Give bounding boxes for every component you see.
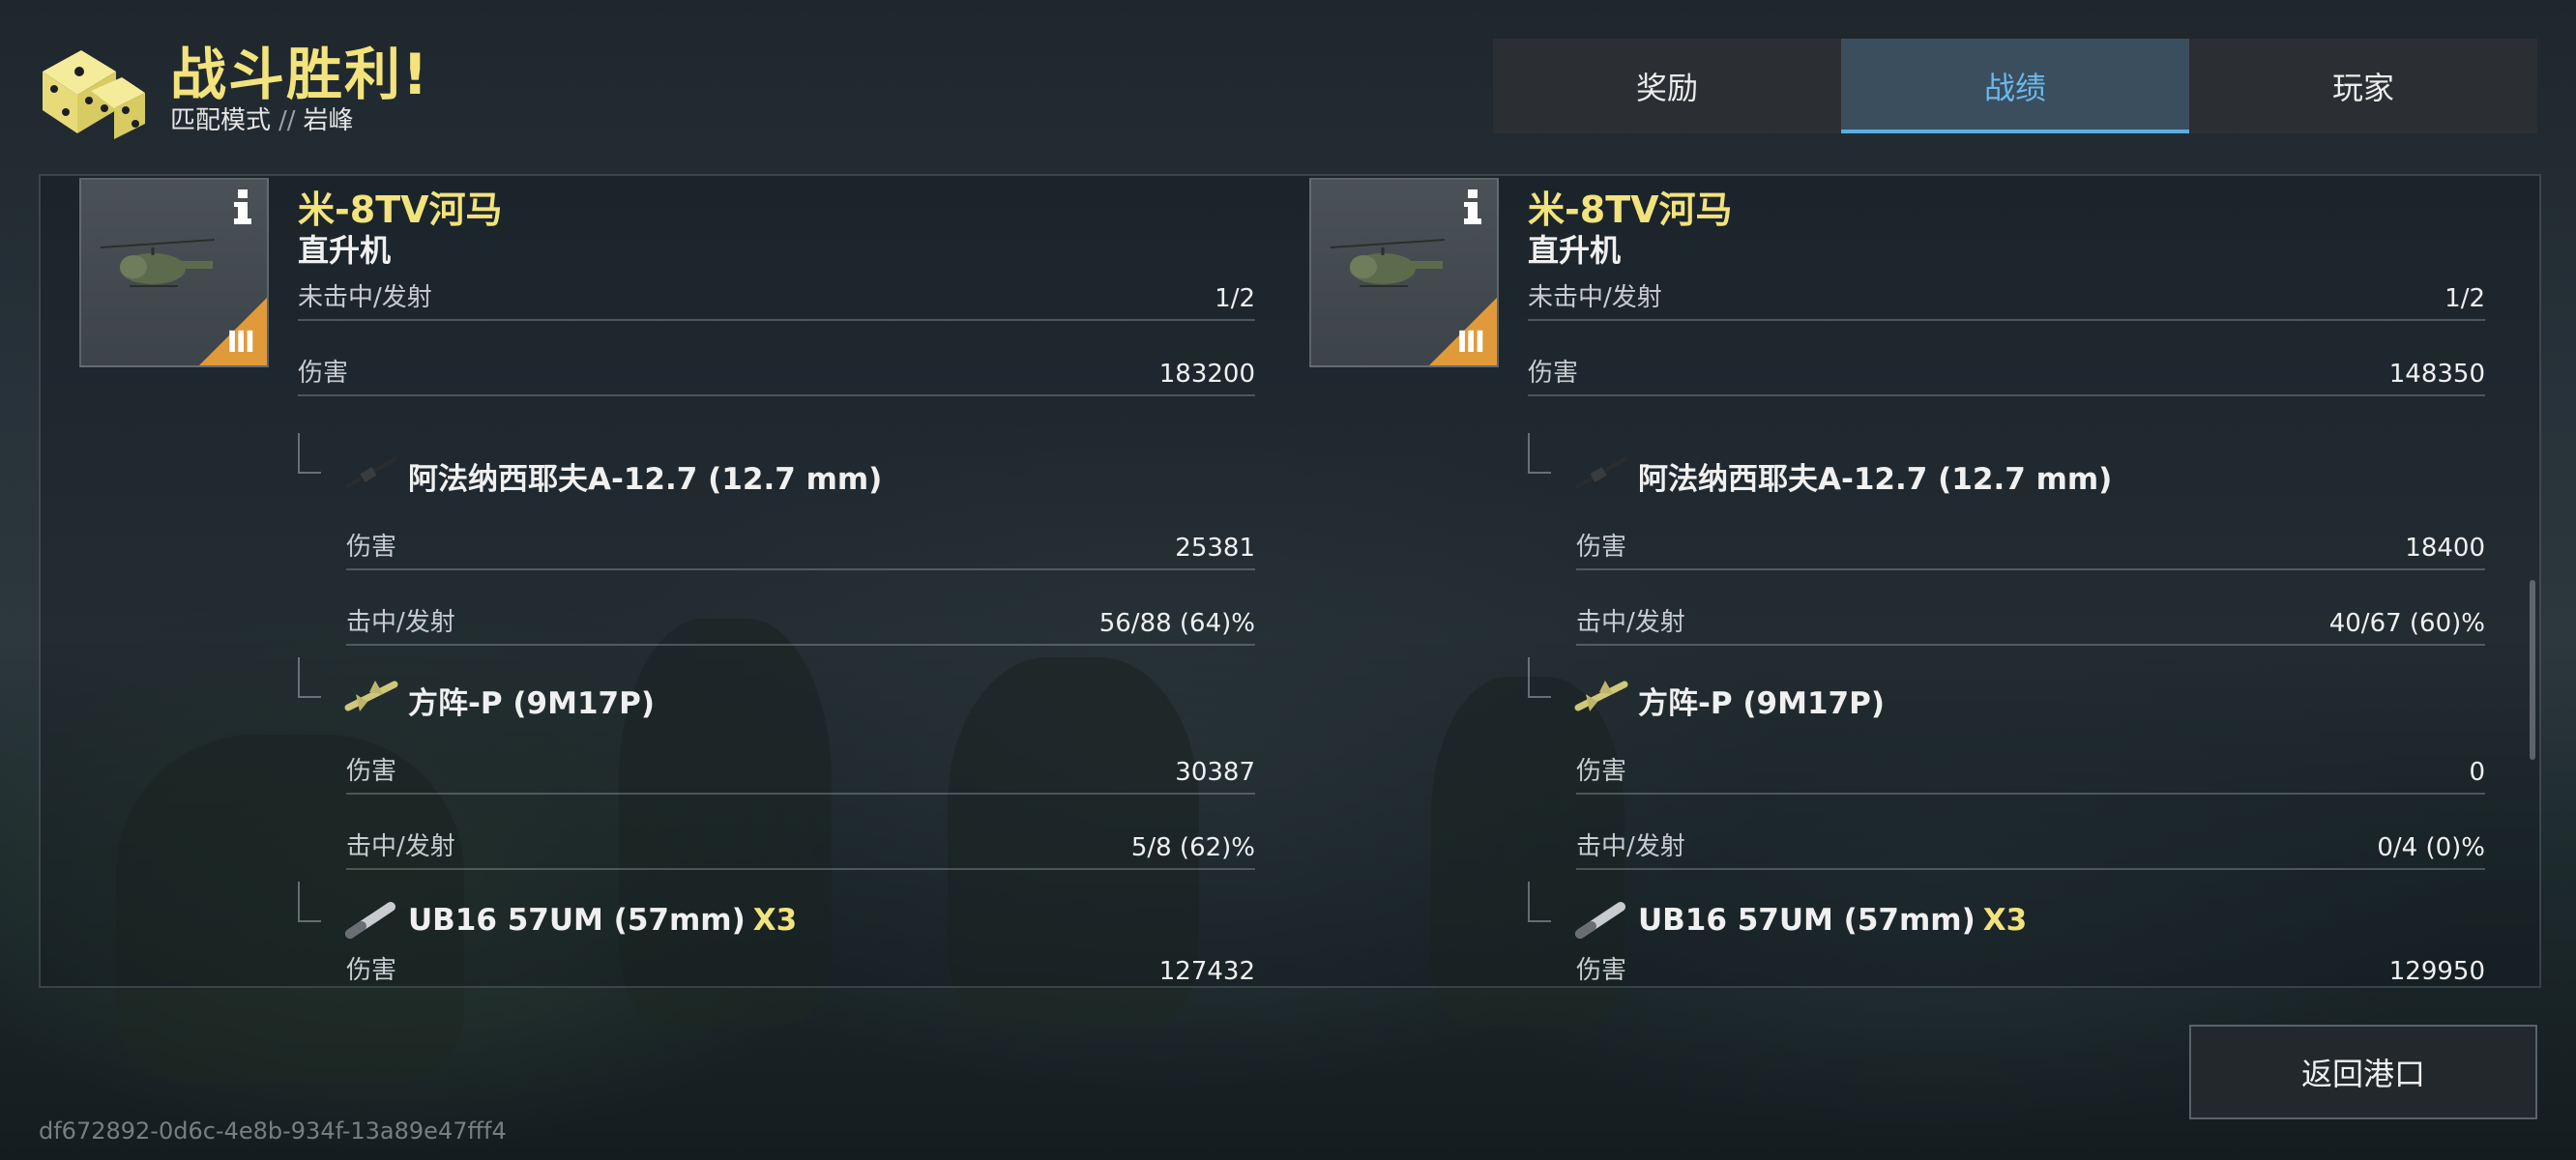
- tab-stats[interactable]: 战绩: [1841, 39, 2189, 133]
- stat-value: 183200: [1158, 360, 1255, 389]
- helicopter-icon: [1330, 239, 1446, 287]
- stat-label: 伤害: [1576, 956, 1627, 985]
- weapon-name: UB16 57UM (57mm): [1638, 903, 1976, 938]
- stat-label: 伤害: [298, 359, 349, 388]
- stat-value: 1/2: [1215, 284, 1255, 313]
- weapon-header: 阿法纳西耶夫A-12.7 (12.7 mm): [1528, 433, 2485, 507]
- weapon-name: UB16 57UM (57mm): [408, 903, 746, 938]
- tree-connector: [298, 657, 321, 698]
- vehicle-thumbnail[interactable]: III: [79, 178, 269, 367]
- missile-icon: [1574, 681, 1628, 711]
- weapon-stat-row: 伤害 0: [1576, 748, 2485, 795]
- stat-label: 击中/发射: [346, 832, 455, 861]
- helicopter-icon: [100, 239, 216, 287]
- weapon-header: UB16 57UM (57mm) X3: [298, 882, 1255, 955]
- tree-connector: [1528, 657, 1551, 698]
- tree-connector: [1528, 882, 1551, 922]
- vehicle-thumbnail[interactable]: III: [1309, 178, 1499, 367]
- stat-value: 56/88 (64)%: [1098, 609, 1255, 638]
- battle-id: df672892-0d6c-4e8b-934f-13a89e47fff4: [39, 1117, 507, 1145]
- info-icon[interactable]: [232, 189, 253, 226]
- weapon-name: 方阵-P (9M17P): [408, 686, 655, 721]
- stat-label: 未击中/发射: [298, 283, 432, 312]
- stats-panel: III 米-8TV河马 直升机 未击中/发射 1/2 伤害 183200 阿法纳…: [39, 174, 2541, 988]
- stat-value: 25381: [1175, 534, 1255, 563]
- rocket-pod-icon: [345, 902, 395, 939]
- scrollbar[interactable]: [2530, 580, 2535, 760]
- weapon-header: UB16 57UM (57mm) X3: [1528, 882, 2485, 955]
- stat-label: 伤害: [1576, 533, 1627, 562]
- page-title: 战斗胜利!: [170, 42, 430, 107]
- stat-label: 未击中/发射: [1528, 283, 1662, 312]
- stat-value: 30387: [1175, 758, 1255, 787]
- machine-gun-icon: [345, 456, 397, 489]
- weapon-stat-row: 击中/发射 0/4 (0)%: [1576, 824, 2485, 870]
- game-mode: 匹配模式: [170, 106, 272, 135]
- weapon-stat-row: 伤害 25381: [346, 524, 1255, 570]
- stat-value: 18400: [2405, 534, 2485, 563]
- map-name: 岩峰: [303, 106, 354, 135]
- weapon-stat-row: 伤害 30387: [346, 748, 1255, 795]
- info-icon[interactable]: [1462, 189, 1483, 226]
- rank-label: III: [226, 326, 255, 360]
- stat-value: 40/67 (60)%: [2328, 609, 2485, 638]
- machine-gun-icon: [1575, 456, 1627, 489]
- stat-row: 伤害 148350: [1528, 350, 2485, 396]
- weapon-stat-row: 击中/发射 5/8 (62)%: [346, 824, 1255, 870]
- vehicle-card: III 米-8TV河马 直升机 未击中/发射 1/2 伤害 183200 阿法纳…: [79, 176, 1307, 986]
- stat-label: 伤害: [1528, 359, 1579, 388]
- return-to-port-button[interactable]: 返回港口: [2189, 1025, 2537, 1119]
- stat-value: 148350: [2388, 360, 2485, 389]
- stat-label: 击中/发射: [1576, 608, 1685, 637]
- stat-row: 未击中/发射 1/2: [1528, 275, 2485, 321]
- vehicle-name: 米-8TV河马: [1528, 188, 1733, 231]
- stat-label: 伤害: [346, 757, 397, 786]
- weapon-name: 方阵-P (9M17P): [1638, 686, 1885, 721]
- tree-connector: [298, 882, 321, 922]
- stat-value: 0: [2469, 758, 2485, 787]
- stat-label: 伤害: [346, 956, 397, 985]
- stat-label: 击中/发射: [346, 608, 455, 637]
- tab-players[interactable]: 玩家: [2189, 39, 2537, 133]
- rank-label: III: [1456, 326, 1485, 360]
- dice-icon: [43, 50, 145, 139]
- stat-value: 0/4 (0)%: [2377, 833, 2485, 862]
- stat-value: 1/2: [2444, 284, 2485, 313]
- weapon-header: 方阵-P (9M17P): [298, 657, 1255, 731]
- tab-bar: 奖励 战绩 玩家: [1493, 39, 2537, 133]
- stat-label: 击中/发射: [1576, 832, 1685, 861]
- vehicle-class: 直升机: [1528, 232, 1622, 269]
- weapon-stat-row: 伤害 18400: [1576, 524, 2485, 570]
- weapon-stat-row: 伤害 127432: [346, 947, 1255, 986]
- weapon-name: 阿法纳西耶夫A-12.7 (12.7 mm): [408, 462, 883, 497]
- weapon-stat-row: 伤害 129950: [1576, 947, 2485, 986]
- separator: //: [278, 106, 296, 135]
- stat-label: 伤害: [1576, 757, 1627, 786]
- weapon-header: 阿法纳西耶夫A-12.7 (12.7 mm): [298, 433, 1255, 507]
- tree-connector: [1528, 433, 1551, 474]
- rocket-pod-icon: [1575, 902, 1625, 939]
- stat-row: 未击中/发射 1/2: [298, 275, 1255, 321]
- vehicle-card: III 米-8TV河马 直升机 未击中/发射 1/2 伤害 148350 阿法纳…: [1309, 176, 2537, 986]
- weapon-multiplier: X3: [752, 903, 798, 938]
- match-info: 匹配模式//岩峰: [170, 101, 354, 136]
- weapon-stat-row: 击中/发射 56/88 (64)%: [346, 599, 1255, 646]
- stat-label: 伤害: [346, 533, 397, 562]
- weapon-name: 阿法纳西耶夫A-12.7 (12.7 mm): [1638, 462, 2113, 497]
- tree-connector: [298, 433, 321, 474]
- stat-row: 伤害 183200: [298, 350, 1255, 396]
- weapon-multiplier: X3: [1982, 903, 2028, 938]
- vehicle-class: 直升机: [298, 232, 392, 269]
- weapon-stat-row: 击中/发射 40/67 (60)%: [1576, 599, 2485, 646]
- vehicle-name: 米-8TV河马: [298, 188, 503, 231]
- weapon-header: 方阵-P (9M17P): [1528, 657, 2485, 731]
- tab-rewards[interactable]: 奖励: [1493, 39, 1841, 133]
- stat-value: 129950: [2388, 957, 2485, 986]
- stat-value: 5/8 (62)%: [1130, 833, 1255, 862]
- missile-icon: [344, 681, 398, 711]
- stat-value: 127432: [1158, 957, 1255, 986]
